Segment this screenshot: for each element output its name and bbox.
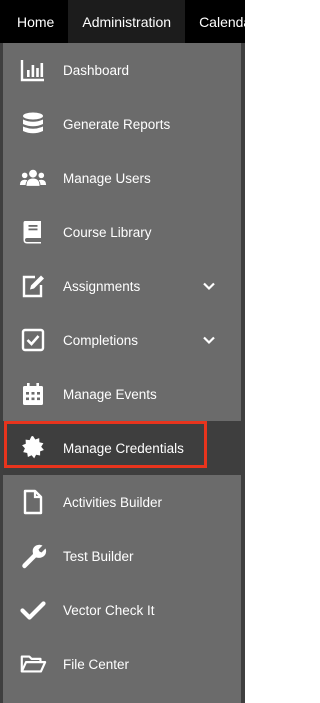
sidebar-item-label: Generate Reports	[63, 116, 171, 132]
sidebar-item-vector-check-it[interactable]: Vector Check It	[3, 583, 241, 637]
database-icon	[18, 109, 48, 139]
sidebar: Dashboard Generate Reports Manage Users …	[0, 43, 245, 703]
sidebar-item-label: Manage Credentials	[63, 440, 184, 456]
edit-icon	[18, 271, 48, 301]
tab-administration[interactable]: Administration	[68, 0, 186, 43]
wrench-icon	[18, 541, 48, 571]
sidebar-item-label: Manage Events	[63, 386, 157, 402]
users-icon	[18, 163, 48, 193]
sidebar-item-label: Test Builder	[63, 548, 134, 564]
tab-calendar[interactable]: Calendar	[185, 0, 270, 43]
sidebar-menu: Dashboard Generate Reports Manage Users …	[3, 43, 241, 703]
bar-chart-icon	[18, 55, 48, 85]
calendar-icon	[18, 379, 48, 409]
badge-icon	[18, 433, 48, 463]
sidebar-item-generate-reports[interactable]: Generate Reports	[3, 97, 241, 151]
file-icon	[18, 487, 48, 517]
folder-open-icon	[18, 649, 48, 679]
sidebar-item-manage-credentials[interactable]: Manage Credentials	[3, 421, 241, 475]
sidebar-item-label: Completions	[63, 332, 139, 348]
sidebar-item-course-library[interactable]: Course Library	[3, 205, 241, 259]
sidebar-item-label: Activities Builder	[63, 494, 163, 510]
book-icon	[18, 217, 48, 247]
chevron-down-icon[interactable]	[199, 276, 219, 296]
sidebar-item-test-builder[interactable]: Test Builder	[3, 529, 241, 583]
sidebar-item-assignments[interactable]: Assignments	[3, 259, 241, 313]
sidebar-item-label: Assignments	[63, 278, 141, 294]
chevron-down-icon[interactable]	[199, 330, 219, 350]
checkmark-icon	[18, 595, 48, 625]
sidebar-item-activities-builder[interactable]: Activities Builder	[3, 475, 241, 529]
sidebar-item-label: Vector Check It	[63, 602, 155, 618]
sidebar-item-dashboard[interactable]: Dashboard	[3, 43, 241, 97]
checkbox-icon	[18, 325, 48, 355]
sidebar-item-manage-events[interactable]: Manage Events	[3, 367, 241, 421]
top-nav-bar: Home Administration Calendar	[0, 0, 256, 43]
sidebar-item-file-center[interactable]: File Center	[3, 637, 241, 691]
tab-home[interactable]: Home	[0, 0, 68, 43]
sidebar-item-label: Course Library	[63, 224, 152, 240]
sidebar-item-label: Manage Users	[63, 170, 151, 186]
sidebar-item-manage-users[interactable]: Manage Users	[3, 151, 241, 205]
sidebar-item-completions[interactable]: Completions	[3, 313, 241, 367]
sidebar-item-label: File Center	[63, 656, 130, 672]
sidebar-item-label: Dashboard	[63, 62, 130, 78]
